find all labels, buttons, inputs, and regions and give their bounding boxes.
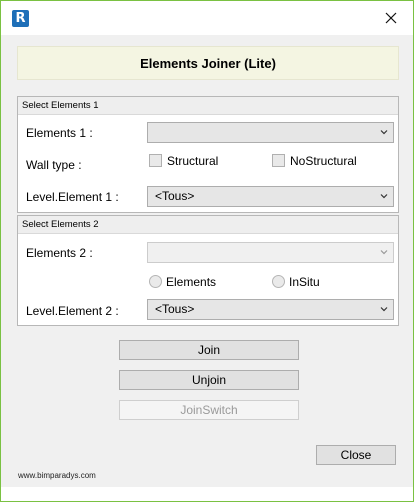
group-header-elements-1: Select Elements 1	[18, 97, 398, 115]
title-bar: R	[1, 1, 413, 35]
insitu-radio[interactable]	[272, 275, 285, 288]
join-button[interactable]: Join	[119, 340, 299, 360]
nostructural-label: NoStructural	[290, 154, 357, 168]
elements-1-combo[interactable]	[147, 122, 394, 143]
chevron-down-icon	[380, 130, 388, 135]
title-banner: Elements Joiner (Lite)	[17, 46, 399, 80]
level-element-2-combo[interactable]: <Tous>	[147, 299, 394, 320]
elements-radio-label: Elements	[166, 275, 217, 289]
group-header-elements-2: Select Elements 2	[18, 216, 398, 234]
wall-type-label: Wall type :	[26, 158, 82, 172]
elements-radio[interactable]	[149, 275, 162, 288]
chevron-down-icon	[380, 194, 388, 199]
select-elements-2-group: Select Elements 2 Elements 2 : Elements …	[17, 215, 399, 326]
unjoin-button[interactable]: Unjoin	[119, 370, 299, 390]
chevron-down-icon	[380, 250, 388, 255]
select-elements-1-group: Select Elements 1 Elements 1 : Wall type…	[17, 96, 399, 213]
elements-2-combo[interactable]	[147, 242, 394, 263]
dialog-title: Elements Joiner (Lite)	[140, 56, 276, 71]
level-element-1-label: Level.Element 1 :	[26, 190, 119, 204]
website-link[interactable]: www.bimparadys.com	[18, 471, 96, 480]
structural-checkbox[interactable]	[149, 154, 162, 167]
dialog-window: R Elements Joiner (Lite) Select Elements…	[0, 0, 414, 502]
elements-1-label: Elements 1 :	[26, 126, 93, 140]
chevron-down-icon	[380, 307, 388, 312]
close-button[interactable]: Close	[316, 445, 396, 465]
level-element-1-value: <Tous>	[155, 189, 195, 203]
close-icon[interactable]	[378, 7, 404, 29]
level-element-1-combo[interactable]: <Tous>	[147, 186, 394, 207]
joinswitch-button[interactable]: JoinSwitch	[119, 400, 299, 420]
revit-app-icon: R	[12, 10, 29, 27]
level-element-2-label: Level.Element 2 :	[26, 304, 119, 318]
structural-label: Structural	[167, 154, 219, 168]
nostructural-checkbox[interactable]	[272, 154, 285, 167]
elements-2-label: Elements 2 :	[26, 246, 93, 260]
level-element-2-value: <Tous>	[155, 302, 195, 316]
insitu-radio-label: InSitu	[289, 275, 320, 289]
